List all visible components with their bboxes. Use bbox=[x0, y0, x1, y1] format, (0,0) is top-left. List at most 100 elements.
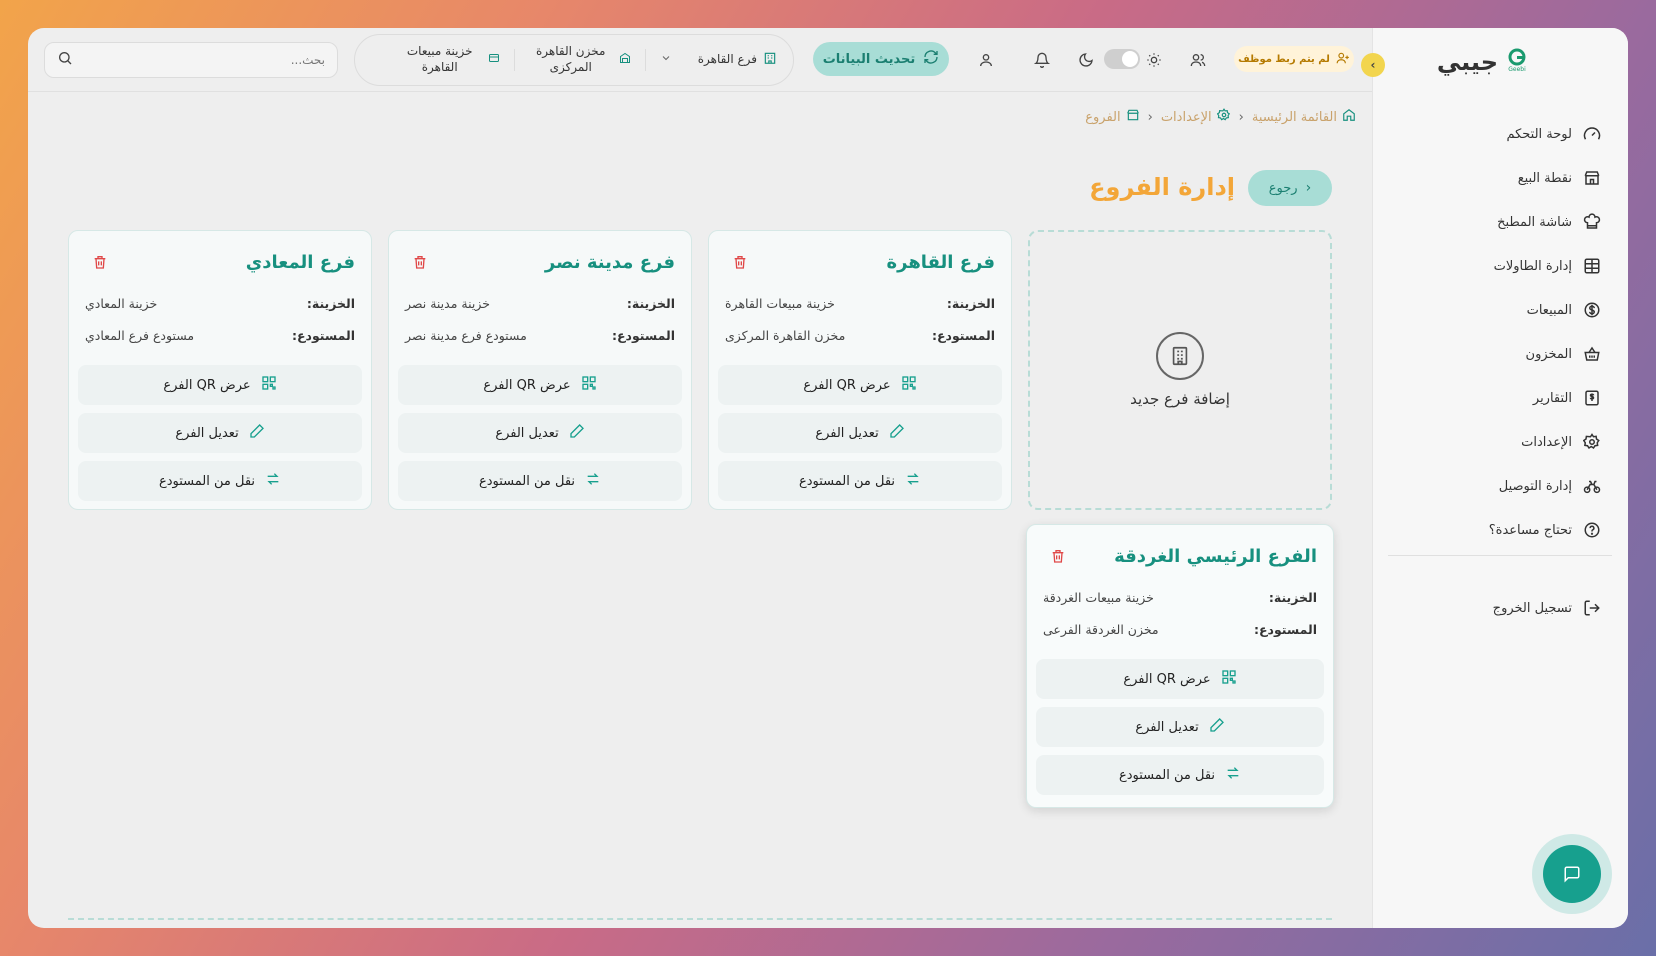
view-qr-label: عرض QR الفرع bbox=[803, 377, 891, 393]
transfer-from-warehouse-button[interactable]: نقل من المستودع bbox=[78, 461, 362, 501]
user-icon[interactable] bbox=[974, 48, 998, 72]
back-button[interactable]: ‹ رجوع bbox=[1248, 170, 1332, 206]
sidebar-item-tables[interactable]: إدارة الطاولات bbox=[1402, 244, 1602, 288]
staff-link-badge[interactable]: لم يتم ربط موظف bbox=[1234, 46, 1354, 72]
view-qr-button[interactable]: عرض QR الفرع bbox=[718, 365, 1002, 405]
help-circle-icon bbox=[1582, 520, 1602, 540]
warehouse-value: مستودع فرع مدينة نصر bbox=[405, 327, 527, 343]
trash-icon[interactable] bbox=[411, 253, 429, 271]
gear-icon bbox=[1582, 432, 1602, 452]
transfer-from-warehouse-button[interactable]: نقل من المستودع bbox=[718, 461, 1002, 501]
add-branch-card[interactable]: إضافة فرع جديد bbox=[1028, 230, 1332, 510]
view-qr-button[interactable]: عرض QR الفرع bbox=[1036, 659, 1324, 699]
sidebar-item-sales[interactable]: المبيعات bbox=[1402, 288, 1602, 332]
sidebar-item-label: إدارة التوصيل bbox=[1498, 478, 1572, 494]
sidebar-item-delivery[interactable]: إدارة التوصيل bbox=[1402, 464, 1602, 508]
breadcrumb-branches: الفروع bbox=[1085, 108, 1139, 126]
content-bottom-divider bbox=[68, 918, 1332, 920]
sidebar-item-reports[interactable]: التقارير bbox=[1402, 376, 1602, 420]
warehouse-value: مستودع فرع المعادي bbox=[85, 327, 195, 343]
sidebar-item-label: تحتاج مساعدة؟ bbox=[1488, 522, 1572, 538]
branch-card: فرع مدينة نصر الخزينة: خزينة مدينة نصر ال… bbox=[388, 230, 692, 510]
sidebar-item-inventory[interactable]: المخزون bbox=[1402, 332, 1602, 376]
refresh-data-label: تحديث البيانات bbox=[822, 51, 916, 67]
edit-branch-label: تعديل الفرع bbox=[815, 425, 879, 441]
moon-icon[interactable] bbox=[1074, 48, 1098, 72]
branch-card: الفرع الرئيسي الغردقة الخزينة: خزينة مبيع… bbox=[1026, 524, 1334, 808]
qr-code-icon bbox=[261, 375, 277, 395]
refresh-icon bbox=[923, 49, 939, 69]
cashbox-context[interactable]: خزينة مبيعات القاهرة bbox=[398, 44, 500, 75]
warehouse-label: المستودع: bbox=[932, 327, 995, 343]
warehouse-context[interactable]: مخزن القاهرة المركزى bbox=[529, 44, 631, 75]
view-qr-label: عرض QR الفرع bbox=[483, 377, 571, 393]
theme-toggle[interactable] bbox=[1104, 49, 1140, 69]
sidebar-item-help[interactable]: تحتاج مساعدة؟ bbox=[1402, 508, 1602, 552]
view-qr-button[interactable]: عرض QR الفرع bbox=[398, 365, 682, 405]
store-icon bbox=[1126, 108, 1140, 126]
treasury-label: الخزينة: bbox=[946, 295, 995, 311]
sidebar-nav: لوحة التحكم نقطة البيع شاشة المطبخ إدارة… bbox=[1402, 112, 1602, 552]
basket-icon bbox=[1582, 344, 1602, 364]
trash-icon[interactable] bbox=[1049, 547, 1067, 565]
breadcrumb-label: الفروع bbox=[1085, 109, 1121, 125]
sidebar-item-kitchen[interactable]: شاشة المطبخ bbox=[1402, 200, 1602, 244]
sidebar-item-settings[interactable]: الإعدادات bbox=[1402, 420, 1602, 464]
edit-branch-button[interactable]: تعديل الفرع bbox=[718, 413, 1002, 453]
breadcrumb-settings[interactable]: الإعدادات bbox=[1161, 108, 1231, 126]
bell-icon[interactable] bbox=[1030, 48, 1054, 72]
transfer-arrows-icon bbox=[1225, 765, 1241, 785]
sidebar-item-label: الإعدادات bbox=[1521, 434, 1572, 450]
view-qr-button[interactable]: عرض QR الفرع bbox=[78, 365, 362, 405]
transfer-from-warehouse-button[interactable]: نقل من المستودع bbox=[1036, 755, 1324, 795]
warehouse-value: مخزن الغردقة الفرعى bbox=[1043, 621, 1159, 637]
sidebar: ‹ Geebi جيبي لوحة التحكم نقطة البيع شاشة… bbox=[1361, 28, 1628, 928]
top-header: فرع القاهرة مخزن القاهرة المركزى خزينة م… bbox=[28, 28, 1372, 92]
search-icon bbox=[57, 50, 73, 70]
branch-card: فرع المعادي الخزينة: خزينة المعادي المستو… bbox=[68, 230, 372, 510]
trash-icon[interactable] bbox=[91, 253, 109, 271]
search-input[interactable] bbox=[73, 53, 325, 67]
sun-icon[interactable] bbox=[1142, 48, 1166, 72]
staff-link-label: لم يتم ربط موظف bbox=[1238, 53, 1330, 65]
chevron-down-icon bbox=[660, 52, 672, 69]
transfer-label: نقل من المستودع bbox=[1118, 767, 1216, 783]
chevron-left-icon: ‹ bbox=[1238, 109, 1244, 125]
qr-code-icon bbox=[1221, 669, 1237, 689]
logout-button[interactable]: تسجيل الخروج bbox=[1493, 586, 1602, 630]
edit-branch-button[interactable]: تعديل الفرع bbox=[78, 413, 362, 453]
transfer-label: نقل من المستودع bbox=[798, 473, 896, 489]
branch-select[interactable]: فرع القاهرة bbox=[660, 51, 777, 70]
breadcrumb-home[interactable]: القائمة الرئيسية bbox=[1252, 108, 1356, 126]
branch-name: فرع مدينة نصر bbox=[544, 251, 675, 273]
branch-select-label: فرع القاهرة bbox=[697, 52, 757, 67]
sidebar-item-label: المبيعات bbox=[1526, 302, 1572, 318]
sidebar-item-label: إدارة الطاولات bbox=[1493, 258, 1572, 274]
cashbox-context-label: خزينة مبيعات القاهرة bbox=[406, 44, 473, 74]
transfer-from-warehouse-button[interactable]: نقل من المستودع bbox=[398, 461, 682, 501]
add-branch-label: إضافة فرع جديد bbox=[1130, 390, 1230, 408]
pencil-icon bbox=[889, 423, 905, 443]
transfer-label: نقل من المستودع bbox=[478, 473, 576, 489]
trash-icon[interactable] bbox=[731, 253, 749, 271]
store-icon bbox=[1582, 168, 1602, 188]
pencil-icon bbox=[249, 423, 265, 443]
sidebar-item-dashboard[interactable]: لوحة التحكم bbox=[1402, 112, 1602, 156]
treasury-label: الخزينة: bbox=[306, 295, 355, 311]
pencil-icon bbox=[1209, 717, 1225, 737]
chat-button[interactable] bbox=[1532, 834, 1612, 914]
user-plus-icon bbox=[1336, 51, 1350, 68]
sidebar-item-label: لوحة التحكم bbox=[1506, 126, 1572, 142]
view-qr-label: عرض QR الفرع bbox=[1123, 671, 1211, 687]
transfer-arrows-icon bbox=[905, 471, 921, 491]
sidebar-item-label: شاشة المطبخ bbox=[1497, 214, 1572, 230]
edit-branch-button[interactable]: تعديل الفرع bbox=[398, 413, 682, 453]
edit-branch-button[interactable]: تعديل الفرع bbox=[1036, 707, 1324, 747]
refresh-data-button[interactable]: تحديث البيانات bbox=[813, 42, 949, 76]
users-icon[interactable] bbox=[1186, 48, 1210, 72]
branch-name: فرع القاهرة bbox=[886, 251, 996, 273]
building-icon bbox=[1156, 332, 1204, 380]
qr-code-icon bbox=[581, 375, 597, 395]
breadcrumb: القائمة الرئيسية ‹ الإعدادات ‹ الفروع bbox=[1085, 108, 1356, 126]
sidebar-item-pos[interactable]: نقطة البيع bbox=[1402, 156, 1602, 200]
